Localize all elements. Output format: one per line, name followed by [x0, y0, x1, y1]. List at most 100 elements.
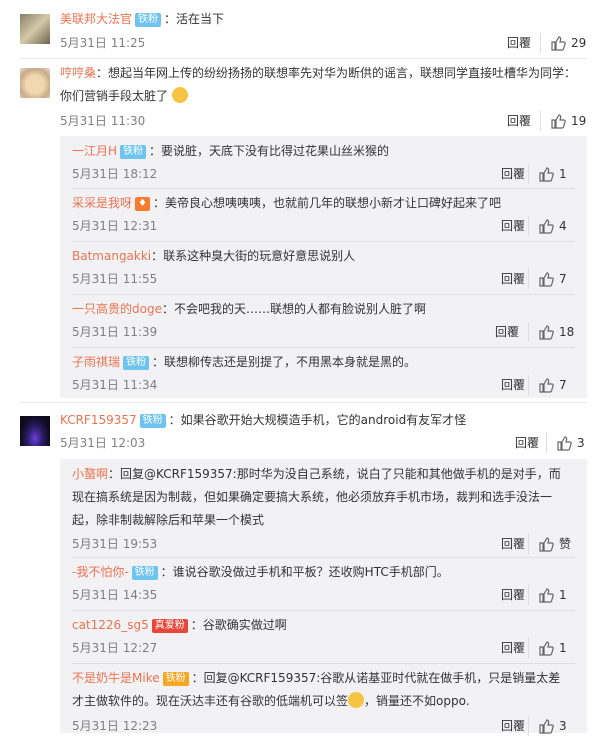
- reply-user[interactable]: 不是奶牛是Mike: [72, 671, 160, 685]
- reply-button[interactable]: 回覆: [495, 322, 519, 342]
- reply-button[interactable]: 回覆: [501, 585, 525, 605]
- comment-user[interactable]: 哼哼桑: [60, 66, 96, 80]
- reply-item: 子雨祺瑞 铁粉 ：联想柳传志还是别提了，不用黑本身就是黑的。 5月31日 11:34…: [72, 351, 575, 399]
- comment-user[interactable]: KCRF159357: [60, 413, 137, 427]
- like-button[interactable]: 4: [528, 216, 575, 236]
- avatar[interactable]: [20, 68, 50, 98]
- thumbs-up-icon: [539, 325, 554, 340]
- like-button[interactable]: 1: [528, 638, 575, 658]
- reply-text: cat1226_sg5 真爱粉 ：谷歌确实做过啊: [72, 614, 575, 637]
- like-button[interactable]: 7: [528, 269, 575, 289]
- like-count: 3: [577, 436, 585, 450]
- like-button[interactable]: 3: [528, 716, 575, 736]
- reply-footer: 5月31日 11:39 回覆 18: [72, 322, 575, 342]
- reply-button[interactable]: 回覆: [501, 716, 525, 736]
- like-count: 7: [559, 378, 567, 392]
- comment-content: ：活在当下: [164, 12, 225, 26]
- reply-button[interactable]: 回覆: [507, 111, 531, 131]
- reply-user[interactable]: 采采是我呀: [72, 196, 132, 210]
- reply-content-line2: 现在搞系统是因为制裁，但如果确定要搞大系统，他必须放弃手机市场，裁判和选手没法一: [72, 490, 553, 504]
- reply-item: 一只高贵的doge：不会吧我的天……联想的人都有脸说别人脏了啊 5月31日 11…: [72, 298, 575, 346]
- fan-badge: 铁粉: [135, 13, 162, 27]
- reply-content: ：要说脏，天底下没有比得过花果山丝米猴的: [149, 144, 390, 158]
- comment-time: 5月31日 11:30: [60, 114, 146, 128]
- reply-text: 子雨祺瑞 铁粉 ：联想柳传志还是别提了，不用黑本身就是黑的。: [72, 351, 575, 374]
- divider: [72, 610, 575, 611]
- reply-text: 小螯啊：回复@KCRF159357:那时华为没自己系统，说白了只能和其他做手机的…: [72, 463, 575, 532]
- divider: [72, 188, 575, 189]
- reply-user[interactable]: 一只高贵的doge: [72, 302, 162, 316]
- like-count: 3: [559, 719, 567, 733]
- reply-text: 一江月H 铁粉 ：要说脏，天底下没有比得过花果山丝米猴的: [72, 140, 575, 163]
- comment-user[interactable]: 美联邦大法官: [60, 12, 132, 26]
- avatar[interactable]: [20, 416, 50, 446]
- like-button[interactable]: 3: [546, 433, 587, 453]
- laughing-emoji-icon: [171, 87, 188, 103]
- reply-item: Batmangakki：联系这种臭大街的玩意好意思说别人 5月31日 11:55…: [72, 245, 575, 293]
- reply-time: 5月31日 19:53: [72, 537, 158, 551]
- divider: [72, 347, 575, 348]
- reply-user[interactable]: -我不怕你-: [72, 565, 129, 579]
- reply-text: 不是奶牛是Mike 铁粉 ：回复@KCRF159357:谷歌从诺基亚时代就在做手机，…: [72, 667, 575, 713]
- like-button[interactable]: 1: [528, 585, 575, 605]
- true-fan-badge: 真爱粉: [151, 619, 188, 633]
- reply-user[interactable]: 小螯啊: [72, 467, 108, 481]
- reply-list: 一江月H 铁粉 ：要说脏，天底下没有比得过花果山丝米猴的 5月31日 18:12 回…: [60, 136, 587, 398]
- reply-footer: 5月31日 11:34 回覆 7: [72, 375, 575, 395]
- fan-badge: 铁粉: [139, 414, 166, 428]
- comment-text: 美联邦大法官 铁粉 ：活在当下: [60, 8, 587, 31]
- reply-user[interactable]: 一江月H: [72, 144, 117, 158]
- avatar[interactable]: [20, 14, 50, 44]
- like-button[interactable]: 18: [528, 322, 575, 342]
- fan-badge: 铁粉: [123, 356, 150, 370]
- reply-button[interactable]: 回覆: [501, 216, 525, 236]
- divider: [72, 663, 575, 664]
- comment-footer: 5月31日 11:25 回覆 29: [60, 33, 587, 53]
- reply-content: ：回复@KCRF159357:谷歌从诺基亚时代就在做手机，只是销量太差: [191, 671, 561, 685]
- reply-button[interactable]: 回覆: [507, 33, 531, 53]
- reply-time: 5月31日 12:23: [72, 719, 158, 733]
- reply-footer: 5月31日 12:31 回覆 4: [72, 216, 575, 236]
- reply-time: 5月31日 18:12: [72, 167, 158, 181]
- reply-item: cat1226_sg5 真爱粉 ：谷歌确实做过啊 5月31日 12:27 回覆 1: [72, 614, 575, 662]
- comment-content: ：想起当年网上传的纷纷扬扬的联想率先对华为断供的谣言，联想同学直接吐槽华为同学：: [96, 66, 577, 80]
- thumbs-up-icon: [539, 219, 554, 234]
- reply-content-line2: 才主做软件的。现在沃达丰还有谷歌的低端机可以签: [72, 694, 349, 708]
- reply-time: 5月31日 11:55: [72, 272, 158, 286]
- reply-button[interactable]: 回覆: [501, 164, 525, 184]
- reply-content-line3: 起，除非制裁解除后和苹果一个模式: [72, 513, 265, 527]
- reply-button[interactable]: 回覆: [501, 269, 525, 289]
- reply-content: ：联想柳传志还是别提了，不用黑本身就是黑的。: [152, 355, 417, 369]
- reply-time: 5月31日 12:27: [72, 641, 158, 655]
- reply-time: 5月31日 11:39: [72, 325, 158, 339]
- thumbs-up-icon: [551, 36, 566, 51]
- reply-user[interactable]: cat1226_sg5: [72, 618, 149, 632]
- comment: 哼哼桑：想起当年网上传的纷纷扬扬的联想率先对华为断供的谣言，联想同学直接吐槽华为…: [0, 58, 607, 136]
- reply-button[interactable]: 回覆: [501, 375, 525, 395]
- reply-footer: 5月31日 19:53 回覆 赞: [72, 534, 575, 554]
- comment-time: 5月31日 12:03: [60, 436, 146, 450]
- reply-user[interactable]: 子雨祺瑞: [72, 355, 120, 369]
- reply-button[interactable]: 回覆: [501, 638, 525, 658]
- reply-item: 不是奶牛是Mike 铁粉 ：回复@KCRF159357:谷歌从诺基亚时代就在做手机，…: [72, 667, 575, 737]
- thumbs-up-icon: [539, 378, 554, 393]
- reply-button[interactable]: 回覆: [501, 534, 525, 554]
- reply-button[interactable]: 回覆: [515, 433, 539, 453]
- reply-footer: 5月31日 14:35 回覆 1: [72, 585, 575, 605]
- reply-content-line3: ，销量还不如oppo.: [364, 694, 470, 708]
- thumbs-up-icon: [539, 537, 554, 552]
- like-button[interactable]: 29: [540, 33, 587, 53]
- like-button[interactable]: 赞: [528, 534, 575, 554]
- like-label: 赞: [559, 537, 572, 551]
- reply-user[interactable]: Batmangakki: [72, 249, 151, 263]
- thumbs-up-icon: [557, 436, 572, 451]
- fan-badge: 铁粉: [131, 566, 158, 580]
- fan-badge: 铁粉: [162, 672, 189, 686]
- like-button[interactable]: 1: [528, 164, 575, 184]
- fan-badge: 铁粉: [120, 145, 147, 159]
- thumbs-up-icon: [539, 641, 554, 656]
- vip-badge: ♦: [135, 197, 150, 211]
- like-button[interactable]: 7: [528, 375, 575, 395]
- like-button[interactable]: 19: [540, 111, 587, 131]
- thumbs-up-icon: [539, 588, 554, 603]
